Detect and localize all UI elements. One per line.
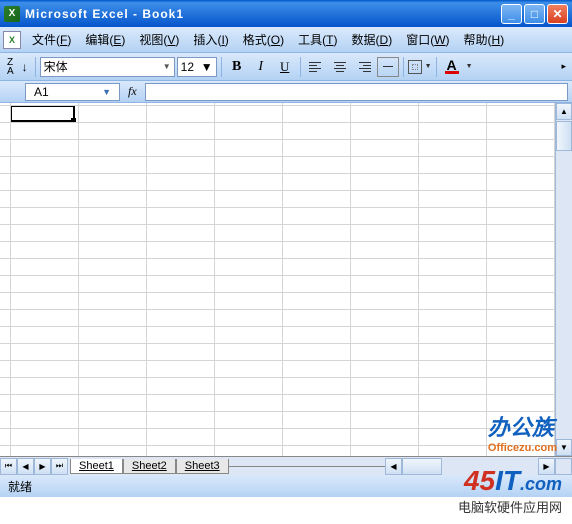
fx-button[interactable]: fx xyxy=(128,84,137,99)
formula-bar: A1▼ fx xyxy=(0,81,572,103)
menubar: X 文件(F) 编辑(E) 视图(V) 插入(I) 格式(O) 工具(T) 数据… xyxy=(0,27,572,53)
borders-dropdown-icon[interactable]: ▼ xyxy=(425,63,432,70)
close-button[interactable]: ✕ xyxy=(547,4,568,24)
tab-first-button[interactable]: ⏮ xyxy=(0,458,17,475)
menu-view[interactable]: 视图(V) xyxy=(132,28,186,51)
menu-edit[interactable]: 编辑(E) xyxy=(78,28,132,51)
font-size-select[interactable]: 12▼ xyxy=(177,57,217,77)
align-left-button[interactable] xyxy=(305,57,327,77)
menu-help[interactable]: 帮助(H) xyxy=(457,28,512,51)
borders-button[interactable] xyxy=(408,60,422,74)
active-cell[interactable] xyxy=(10,105,75,122)
menu-tools[interactable]: 工具(T) xyxy=(291,28,344,51)
sheet-tab-2[interactable]: Sheet2 xyxy=(123,459,176,474)
toolbar-expand-icon[interactable]: ▸ xyxy=(559,59,568,74)
menu-window[interactable]: 窗口(W) xyxy=(399,28,456,51)
window-title: Microsoft Excel - Book1 xyxy=(25,7,501,21)
sheet-tab-bar: ⏮ ◀ ▶ ⏭ Sheet1 Sheet2 Sheet3 ◀ ▶ xyxy=(0,456,572,475)
sort-down-icon[interactable]: ↓ xyxy=(19,58,31,76)
vertical-scrollbar[interactable]: ▲ ▼ xyxy=(555,103,572,456)
tab-prev-button[interactable]: ◀ xyxy=(17,458,34,475)
status-text: 就绪 xyxy=(8,478,32,495)
merge-center-button[interactable] xyxy=(377,57,399,77)
underline-button[interactable]: U xyxy=(274,57,296,77)
app-logo-icon[interactable]: X xyxy=(3,31,21,49)
sort-icon[interactable]: ZA xyxy=(4,56,17,78)
name-box[interactable]: A1▼ xyxy=(25,83,120,101)
font-color-dropdown-icon[interactable]: ▼ xyxy=(466,63,473,70)
minimize-button[interactable]: _ xyxy=(501,4,522,24)
scroll-up-icon[interactable]: ▲ xyxy=(556,103,572,120)
scroll-right-icon[interactable]: ▶ xyxy=(538,458,555,475)
font-color-button[interactable]: A xyxy=(441,57,463,77)
scroll-down-icon[interactable]: ▼ xyxy=(556,439,572,456)
formula-input[interactable] xyxy=(145,83,568,101)
vscroll-thumb[interactable] xyxy=(556,121,572,151)
tab-last-button[interactable]: ⏭ xyxy=(51,458,68,475)
align-center-button[interactable] xyxy=(329,57,351,77)
horizontal-scrollbar[interactable]: ◀ ▶ xyxy=(385,458,555,475)
maximize-button[interactable]: □ xyxy=(524,4,545,24)
titlebar: X Microsoft Excel - Book1 _ □ ✕ xyxy=(0,0,572,27)
sheet-tab-3[interactable]: Sheet3 xyxy=(176,459,229,474)
hscroll-thumb[interactable] xyxy=(402,458,442,475)
tab-next-button[interactable]: ▶ xyxy=(34,458,51,475)
scroll-left-icon[interactable]: ◀ xyxy=(385,458,402,475)
excel-icon: X xyxy=(4,6,20,22)
sheet-tab-1[interactable]: Sheet1 xyxy=(70,459,123,474)
font-name-select[interactable]: 宋体▼ xyxy=(40,57,175,77)
scroll-corner xyxy=(555,458,572,475)
menu-data[interactable]: 数据(D) xyxy=(345,28,400,51)
italic-button[interactable]: I xyxy=(250,57,272,77)
worksheet-area: ▲ ▼ xyxy=(0,103,572,456)
bold-button[interactable]: B xyxy=(226,57,248,77)
cell-grid[interactable] xyxy=(0,103,555,456)
formatting-toolbar: ZA ↓ 宋体▼ 12▼ B I U ▼ A ▼ ▸ xyxy=(0,53,572,81)
menu-file[interactable]: 文件(F) xyxy=(25,28,78,51)
menu-insert[interactable]: 插入(I) xyxy=(186,28,235,51)
align-right-button[interactable] xyxy=(353,57,375,77)
statusbar: 就绪 xyxy=(0,475,572,497)
menu-format[interactable]: 格式(O) xyxy=(236,28,291,51)
